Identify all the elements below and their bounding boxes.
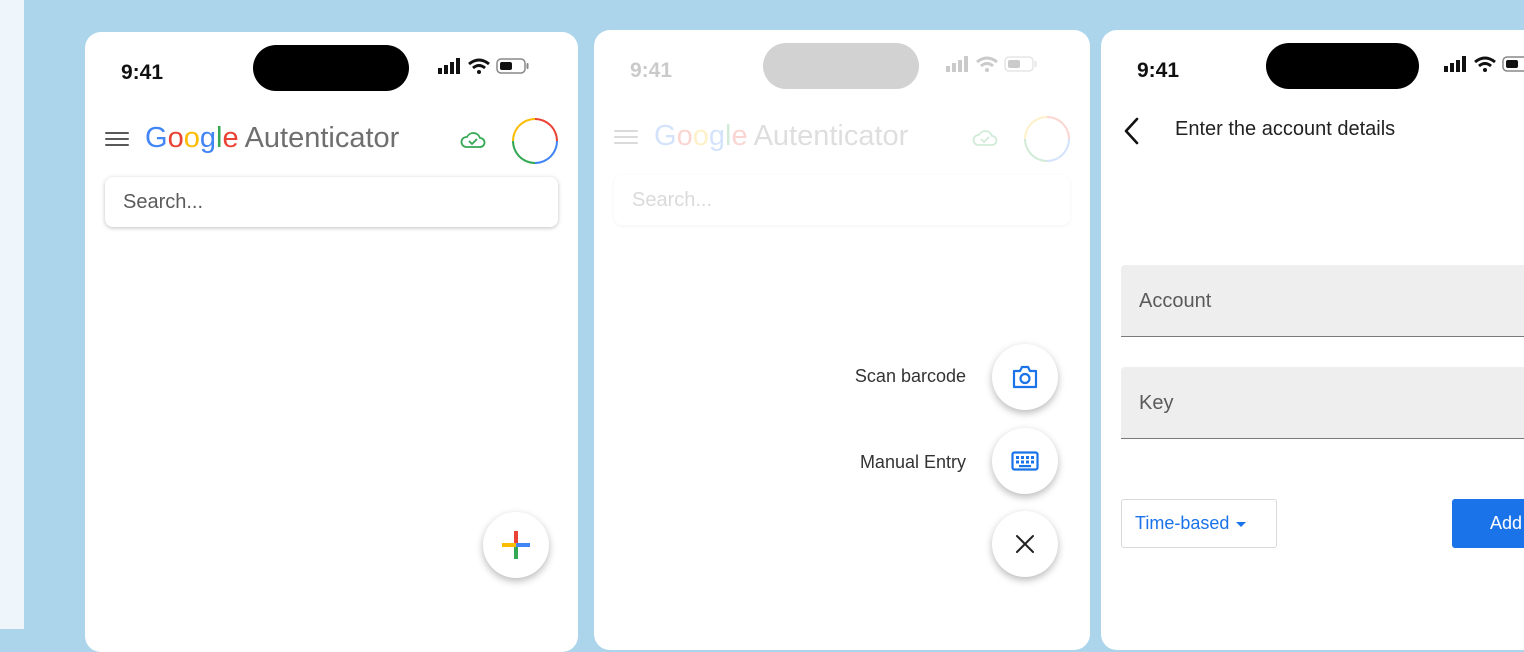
left-panel-edge bbox=[0, 0, 24, 629]
add-fab-button[interactable] bbox=[483, 512, 549, 578]
status-time: 9:41 bbox=[630, 59, 673, 82]
app-name: Autenticator bbox=[753, 120, 909, 152]
phone-screen-add-menu: 9:41 Google Autenticator Search... Scan … bbox=[594, 30, 1090, 650]
google-logo-text: Google bbox=[654, 120, 748, 152]
dynamic-island bbox=[1266, 43, 1419, 89]
cloud-check-icon bbox=[972, 130, 998, 146]
hamburger-icon bbox=[614, 130, 638, 148]
manual-entry-label[interactable]: Manual Entry bbox=[860, 452, 966, 473]
google-logo-text: Google bbox=[145, 122, 239, 154]
phone-screen-home: 9:41 Google Autenticator Search... bbox=[85, 32, 578, 652]
back-arrow-icon[interactable] bbox=[1121, 116, 1143, 146]
scan-barcode-button[interactable] bbox=[992, 344, 1058, 410]
manual-entry-button[interactable] bbox=[992, 428, 1058, 494]
close-icon bbox=[1016, 535, 1034, 553]
avatar[interactable] bbox=[512, 118, 558, 164]
keyboard-icon bbox=[1011, 451, 1039, 471]
account-field[interactable]: Account bbox=[1121, 265, 1524, 337]
key-type-select[interactable]: Time-based bbox=[1121, 499, 1277, 548]
status-time: 9:41 bbox=[121, 61, 164, 84]
status-icons bbox=[946, 56, 1038, 72]
search-input[interactable]: Search... bbox=[105, 177, 558, 227]
scan-barcode-label[interactable]: Scan barcode bbox=[855, 366, 966, 387]
dynamic-island bbox=[763, 43, 919, 89]
wifi-icon bbox=[976, 56, 998, 72]
brand-title: Google Autenticator bbox=[145, 122, 399, 155]
app-bar: Google Autenticator bbox=[614, 116, 1070, 164]
dynamic-island bbox=[253, 45, 409, 91]
page-title: Enter the account details bbox=[1175, 118, 1396, 140]
key-field[interactable]: Key bbox=[1121, 367, 1524, 439]
battery-icon bbox=[1004, 56, 1037, 72]
caret-down-icon bbox=[1236, 521, 1247, 527]
app-bar: Google Autenticator bbox=[105, 118, 558, 166]
status-time: 9:41 bbox=[1137, 59, 1180, 82]
add-button[interactable]: Add bbox=[1452, 499, 1524, 548]
signal-icon bbox=[946, 56, 968, 72]
app-name: Autenticator bbox=[244, 122, 400, 154]
close-menu-button[interactable] bbox=[992, 511, 1058, 577]
signal-icon bbox=[1444, 56, 1466, 72]
status-icons bbox=[438, 58, 530, 74]
battery-icon bbox=[496, 58, 529, 74]
camera-icon bbox=[1012, 365, 1038, 389]
wifi-icon bbox=[1474, 56, 1496, 72]
signal-icon bbox=[438, 58, 460, 74]
avatar bbox=[1024, 116, 1070, 162]
status-icons bbox=[1444, 56, 1524, 72]
wifi-icon bbox=[468, 58, 490, 74]
plus-icon bbox=[502, 531, 530, 559]
phone-screen-manual-entry: 9:41 Enter the account details Account K… bbox=[1101, 30, 1524, 650]
brand-title: Google Autenticator bbox=[654, 120, 908, 153]
cloud-check-icon[interactable] bbox=[460, 130, 486, 150]
hamburger-icon[interactable] bbox=[105, 132, 129, 150]
search-input: Search... bbox=[614, 175, 1070, 225]
key-type-value: Time-based bbox=[1135, 513, 1230, 533]
battery-icon bbox=[1502, 56, 1524, 72]
